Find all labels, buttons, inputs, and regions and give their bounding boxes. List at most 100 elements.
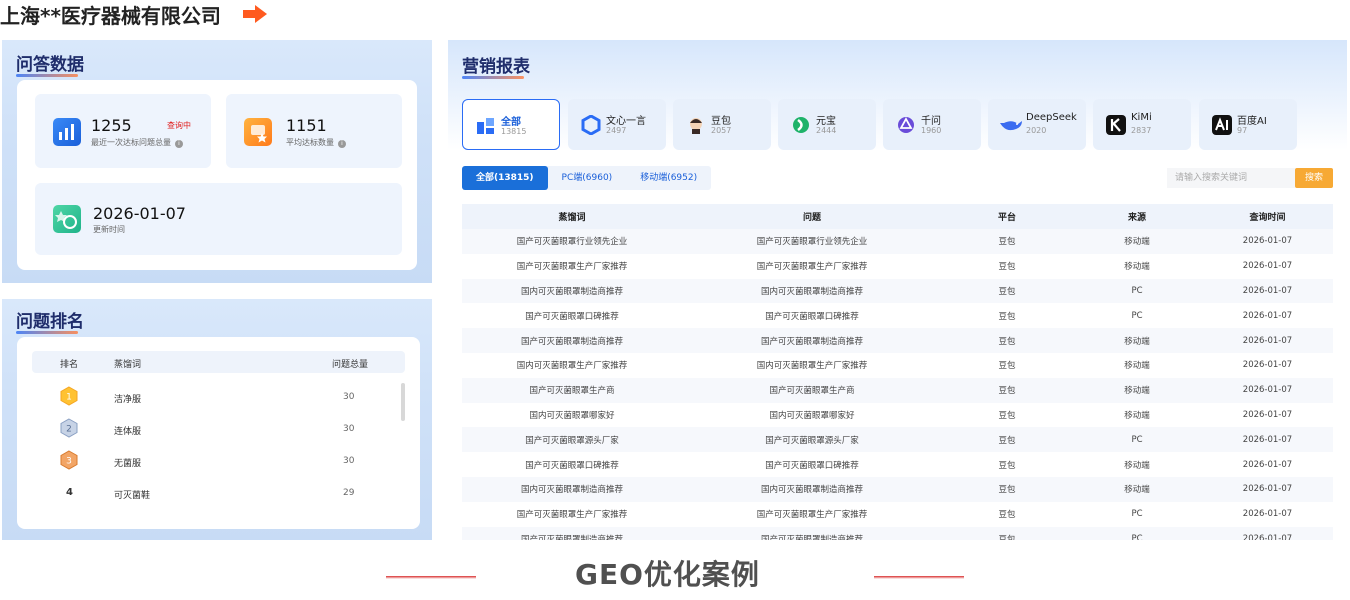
scrollbar[interactable] bbox=[401, 383, 405, 421]
rank-table-header: 排名 蒸馏词 问题总量 bbox=[32, 351, 405, 373]
cell-platform: 豆包 bbox=[998, 311, 1016, 322]
platform-name: 元宝 bbox=[816, 116, 836, 127]
table-row[interactable]: 国产可灭菌眼罩制造商推荐 国产可灭菌眼罩制造商推荐 豆包 PC 2026-01-07 bbox=[462, 526, 1333, 540]
platform-name: 全部 bbox=[501, 117, 521, 128]
rank-panel-title: 问题排名 bbox=[16, 312, 84, 334]
platform-count: 1960 bbox=[921, 126, 942, 135]
platform-card-baiduai[interactable]: 百度AI 97 bbox=[1199, 99, 1297, 150]
rank-word: 可灭菌鞋 bbox=[114, 491, 151, 501]
table-header: 蒸馏词 问题 平台 来源 查询时间 bbox=[462, 204, 1333, 229]
platform-card-yuanbao[interactable]: 元宝 2444 bbox=[778, 99, 876, 150]
cell-source: 移动端 bbox=[1124, 460, 1150, 471]
table-row[interactable]: 国产可灭菌眼罩行业领先企业 国产可灭菌眼罩行业领先企业 豆包 移动端 2026-01-0… bbox=[462, 229, 1333, 254]
querying-badge: 查询中 bbox=[167, 121, 191, 130]
cell-query-time: 2026-01-07 bbox=[1242, 385, 1293, 396]
cell-keyword: 国内可灭菌眼罩哪家好 bbox=[529, 410, 615, 421]
cell-keyword: 国产可灭菌眼罩口碑推荐 bbox=[525, 460, 619, 471]
cell-platform: 豆包 bbox=[998, 386, 1016, 397]
footer-title: GEO优化案例 bbox=[575, 558, 760, 591]
table-row[interactable]: 国产可灭菌眼罩口碑推荐 国产可灭菌眼罩口碑推荐 豆包 PC 2026-01-07 bbox=[462, 303, 1333, 328]
cell-source: 移动端 bbox=[1124, 237, 1150, 248]
report-table: 蒸馏词 问题 平台 来源 查询时间 国产可灭菌眼罩行业领先企业 国产可灭菌眼罩行业… bbox=[462, 204, 1333, 540]
cell-question: 国内可灭菌眼罩制造商推荐 bbox=[760, 286, 863, 297]
svg-text:2: 2 bbox=[66, 425, 72, 435]
table-row[interactable]: 国内可灭菌眼罩生产厂家推荐 国内可灭菌眼罩生产厂家推荐 豆包 移动端 2026-01-0… bbox=[462, 353, 1333, 378]
table-row[interactable]: 国内可灭菌眼罩哪家好 国内可灭菌眼罩哪家好 豆包 移动端 2026-01-07 bbox=[462, 403, 1333, 428]
rank-row[interactable]: 2 连体服 30 bbox=[32, 414, 405, 444]
cell-question: 国产可灭菌眼罩源头厂家 bbox=[765, 435, 859, 446]
source-tabs: 全部(13815) PC端(6960) 移动端(6952) bbox=[462, 166, 712, 190]
cell-query-time: 2026-01-07 bbox=[1242, 310, 1293, 321]
baiduai-icon bbox=[1212, 115, 1232, 135]
rank-col-count: 问题总量 bbox=[332, 360, 369, 370]
table-row[interactable]: 国产可灭菌眼罩制造商推荐 国产可灭菌眼罩制造商推荐 豆包 移动端 2026-01-07 bbox=[462, 328, 1333, 353]
platform-name: 文心一言 bbox=[606, 116, 646, 127]
platform-name: 豆包 bbox=[711, 116, 731, 127]
svg-text:3: 3 bbox=[66, 457, 72, 467]
footer-divider-left bbox=[386, 576, 476, 579]
table-row[interactable]: 国产可灭菌眼罩口碑推荐 国产可灭菌眼罩口碑推荐 豆包 移动端 2026-01-07 bbox=[462, 452, 1333, 477]
cell-keyword: 国内可灭菌眼罩制造商推荐 bbox=[520, 485, 623, 496]
tab-mobile[interactable]: 移动端(6952) bbox=[626, 166, 711, 190]
cell-keyword: 国产可灭菌眼罩生产厂家推荐 bbox=[516, 262, 628, 273]
cell-source: 移动端 bbox=[1124, 485, 1150, 496]
table-row[interactable]: 国产可灭菌眼罩生产厂家推荐 国产可灭菌眼罩生产厂家推荐 豆包 移动端 2026-01-0… bbox=[462, 254, 1333, 279]
search-input[interactable]: 请输入搜索关键词 bbox=[1167, 168, 1295, 188]
cell-platform: 豆包 bbox=[998, 435, 1016, 446]
platform-card-qianwen[interactable]: 千问 1960 bbox=[883, 99, 981, 150]
rank-count: 30 bbox=[343, 392, 355, 402]
platform-card-wenxin[interactable]: 文心一言 2497 bbox=[568, 99, 666, 150]
cell-query-time: 2026-01-07 bbox=[1242, 409, 1293, 420]
cell-keyword: 国内可灭菌眼罩制造商推荐 bbox=[520, 286, 623, 297]
platform-name: DeepSeek bbox=[1026, 112, 1077, 123]
info-icon[interactable]: i bbox=[338, 140, 346, 148]
qa-panel-title: 问答数据 bbox=[16, 55, 84, 77]
header: 上海**医疗器械有限公司 bbox=[0, 0, 267, 28]
gold-medal-icon: 1 bbox=[60, 386, 78, 406]
total-questions-value: 1255 bbox=[91, 116, 132, 135]
tab-pc[interactable]: PC端(6960) bbox=[548, 166, 627, 190]
platform-card-deepseek[interactable]: DeepSeek 2020 bbox=[988, 99, 1086, 150]
table-row[interactable]: 国产可灭菌眼罩源头厂家 国产可灭菌眼罩源头厂家 豆包 PC 2026-01-07 bbox=[462, 427, 1333, 453]
cell-platform: 豆包 bbox=[998, 237, 1016, 248]
cell-keyword: 国产可灭菌眼罩行业领先企业 bbox=[516, 237, 628, 248]
table-row[interactable]: 国产可灭菌眼罩生产厂家推荐 国产可灭菌眼罩生产厂家推荐 豆包 PC 2026-01-07 bbox=[462, 502, 1333, 527]
arrow-right-icon bbox=[242, 5, 267, 23]
rank-col-word: 蒸馏词 bbox=[114, 360, 142, 370]
rank-word: 连体服 bbox=[114, 427, 142, 437]
platform-name: 千问 bbox=[921, 116, 941, 127]
platform-card-doubao[interactable]: 豆包 2057 bbox=[673, 99, 771, 150]
chart-bar-icon bbox=[53, 118, 81, 146]
platform-card-kimi[interactable]: KiMi 2837 bbox=[1093, 99, 1191, 150]
cell-source: PC bbox=[1131, 285, 1143, 296]
cell-query-time: 2026-01-07 bbox=[1242, 434, 1293, 445]
table-body: 国产可灭菌眼罩行业领先企业 国产可灭菌眼罩行业领先企业 豆包 移动端 2026-01-0… bbox=[462, 229, 1333, 540]
cell-platform: 豆包 bbox=[998, 286, 1016, 297]
cell-platform: 豆包 bbox=[998, 262, 1016, 273]
rank-row[interactable]: 4 可灭菌鞋 29 bbox=[32, 478, 405, 508]
table-row[interactable]: 国产可灭菌眼罩生产商 国产可灭菌眼罩生产商 豆包 移动端 2026-01-07 bbox=[462, 377, 1333, 403]
marketing-report-panel: 营销报表 全部 13815 文心一言 2497 豆包 2057 元宝 2444 … bbox=[448, 40, 1347, 540]
total-questions-label: 最近一次达标问题总量 i bbox=[91, 137, 183, 148]
col-question: 问题 bbox=[802, 213, 821, 223]
cell-platform: 豆包 bbox=[998, 410, 1016, 421]
cell-question: 国产可灭菌眼罩生产厂家推荐 bbox=[756, 510, 868, 521]
cell-question: 国产可灭菌眼罩制造商推荐 bbox=[760, 534, 863, 540]
cell-query-time: 2026-01-07 bbox=[1242, 459, 1293, 470]
cell-source: 移动端 bbox=[1124, 361, 1150, 372]
cell-keyword: 国产可灭菌眼罩源头厂家 bbox=[525, 435, 619, 446]
tab-all[interactable]: 全部(13815) bbox=[462, 166, 548, 190]
platform-count: 97 bbox=[1237, 126, 1248, 135]
cell-keyword: 国内可灭菌眼罩生产厂家推荐 bbox=[516, 361, 628, 372]
rank-row[interactable]: 1 洁净服 30 bbox=[32, 382, 405, 412]
table-row[interactable]: 国内可灭菌眼罩制造商推荐 国内可灭菌眼罩制造商推荐 豆包 PC 2026-01-07 bbox=[462, 278, 1333, 304]
deepseek-icon bbox=[998, 115, 1024, 135]
question-ranking-panel: 问题排名 排名 蒸馏词 问题总量 1 洁净服 30 2 连体服 30 3 无菌服… bbox=[2, 299, 432, 540]
rank-number: 4 bbox=[66, 487, 73, 498]
rank-row[interactable]: 3 无菌服 30 bbox=[32, 446, 405, 476]
search-button[interactable]: 搜索 bbox=[1295, 168, 1333, 188]
info-icon[interactable]: i bbox=[175, 140, 183, 148]
cell-platform: 豆包 bbox=[998, 510, 1016, 521]
platform-card-all[interactable]: 全部 13815 bbox=[462, 99, 560, 150]
table-row[interactable]: 国内可灭菌眼罩制造商推荐 国内可灭菌眼罩制造商推荐 豆包 移动端 2026-01-07 bbox=[462, 476, 1333, 502]
